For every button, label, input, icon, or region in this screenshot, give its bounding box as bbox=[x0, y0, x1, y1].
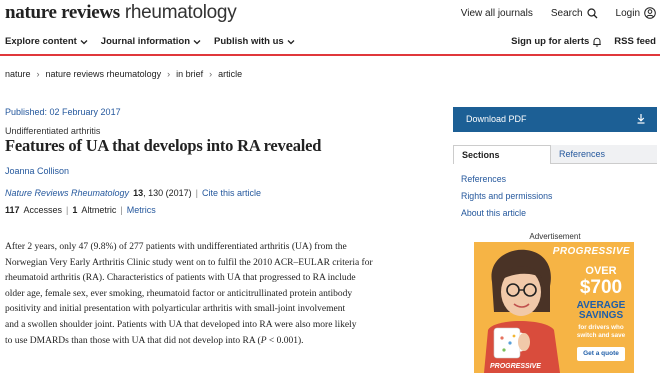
sign-up-alerts-label: Sign up for alerts bbox=[511, 36, 590, 47]
ad-get-quote-button[interactable]: Get a quote bbox=[577, 347, 625, 361]
ad-subtitle: for drivers who switch and save bbox=[568, 324, 634, 339]
download-pdf-button[interactable]: Download PDF bbox=[453, 107, 657, 132]
pages: , 130 (2017) bbox=[143, 188, 192, 198]
ad-bottom-brand: PROGRESSIVE bbox=[490, 363, 541, 370]
login-button[interactable]: Login bbox=[616, 7, 656, 19]
ad-amount: $700 bbox=[579, 277, 623, 298]
ad-over: OVER bbox=[585, 265, 617, 277]
ad-savings: SAVINGS bbox=[578, 310, 624, 321]
chevron-down-icon bbox=[193, 39, 201, 44]
body-line: positivity and initial presentation with… bbox=[5, 304, 346, 315]
tab-references[interactable]: References bbox=[551, 145, 657, 164]
nav-publish-with-us[interactable]: Publish with us bbox=[214, 36, 295, 47]
published-date: Published: 02 February 2017 bbox=[5, 107, 121, 117]
breadcrumb-nature[interactable]: nature bbox=[5, 69, 31, 79]
nav-actions: Sign up for alerts RSS feed bbox=[511, 36, 656, 47]
main-nav: Explore content Journal information Publ… bbox=[0, 28, 660, 56]
nav-publish-label: Publish with us bbox=[214, 36, 284, 47]
nav-explore-label: Explore content bbox=[5, 36, 77, 47]
chevron-right-icon: › bbox=[167, 69, 171, 79]
sidebar-tabs: Sections References bbox=[453, 145, 657, 164]
metrics-link[interactable]: Metrics bbox=[127, 205, 156, 215]
breadcrumb: nature › nature reviews rheumatology › i… bbox=[5, 69, 242, 79]
nav-journal-label: Journal information bbox=[100, 36, 190, 47]
divider: | bbox=[120, 205, 123, 215]
top-bar: nature reviews rheumatology View all jou… bbox=[0, 0, 660, 28]
cite-this-article-link[interactable]: Cite this article bbox=[202, 188, 261, 198]
breadcrumb-article: article bbox=[218, 69, 243, 79]
tab-sections[interactable]: Sections bbox=[453, 145, 551, 164]
article-title: Features of UA that develops into RA rev… bbox=[5, 136, 322, 155]
breadcrumb-journal[interactable]: nature reviews rheumatology bbox=[46, 69, 162, 79]
body-line: and a swollen shoulder joint. Patients w… bbox=[5, 319, 357, 330]
chevron-down-icon bbox=[287, 39, 295, 44]
body-text: to use DMARDs than those with UA that di… bbox=[5, 335, 261, 346]
download-pdf-label: Download PDF bbox=[466, 114, 527, 124]
body-line: After 2 years, only 47 (9.8%) of 277 pat… bbox=[5, 242, 347, 252]
body-text: < 0.001). bbox=[266, 335, 304, 346]
breadcrumb-in-brief[interactable]: in brief bbox=[176, 69, 203, 79]
nav-explore-content[interactable]: Explore content bbox=[5, 36, 88, 47]
section-link-about[interactable]: About this article bbox=[461, 205, 552, 222]
citation-line: Nature Reviews Rheumatology 13, 130 (201… bbox=[5, 188, 261, 198]
body-line: rheumatoid arthritis (RA). Characteristi… bbox=[5, 273, 356, 284]
divider: | bbox=[195, 188, 198, 198]
ad-illustration-woman bbox=[474, 242, 570, 373]
journal-logo[interactable]: nature reviews rheumatology bbox=[5, 2, 237, 24]
ad-sub2: switch and save bbox=[576, 331, 626, 339]
volume: 13 bbox=[133, 188, 144, 198]
sign-up-alerts-button[interactable]: Sign up for alerts bbox=[511, 36, 602, 47]
rss-feed-link[interactable]: RSS feed bbox=[614, 36, 656, 47]
search-button[interactable]: Search bbox=[551, 8, 598, 19]
ad-average-savings: AVERAGE SAVINGS bbox=[568, 301, 634, 321]
top-links: View all journals Search Login bbox=[461, 7, 656, 19]
altmetric-label: Altmetric bbox=[81, 205, 117, 215]
accesses-label: Accesses bbox=[23, 205, 63, 215]
accesses-count: 117 bbox=[5, 205, 20, 215]
nav-journal-information[interactable]: Journal information bbox=[101, 36, 201, 47]
chevron-down-icon bbox=[80, 39, 88, 44]
altmetric-count: 1 bbox=[72, 205, 78, 215]
user-icon bbox=[644, 7, 656, 19]
divider: | bbox=[66, 205, 69, 215]
body-line: Norwegian Very Early Arthritis Clinic st… bbox=[5, 257, 373, 268]
section-link-rights[interactable]: Rights and permissions bbox=[461, 188, 552, 205]
bell-icon bbox=[593, 37, 602, 47]
download-icon bbox=[637, 114, 645, 124]
view-all-journals-link[interactable]: View all journals bbox=[461, 8, 533, 19]
article-body: After 2 years, only 47 (9.8%) of 277 pat… bbox=[5, 240, 397, 349]
login-label: Login bbox=[615, 7, 640, 19]
search-label: Search bbox=[550, 7, 583, 19]
ad-brand: PROGRESSIVE bbox=[552, 246, 630, 257]
chevron-right-icon: › bbox=[36, 69, 40, 79]
body-line: older age, female sex, ever smoking, rhe… bbox=[5, 288, 353, 299]
body-line: to use DMARDs than those with UA that di… bbox=[5, 334, 397, 350]
section-link-references[interactable]: References bbox=[461, 171, 552, 188]
nav-menu: Explore content Journal information Publ… bbox=[5, 36, 295, 47]
section-links: References Rights and permissions About … bbox=[461, 171, 552, 222]
journal-name-link[interactable]: Nature Reviews Rheumatology bbox=[5, 188, 129, 198]
article-category: Undifferentiated arthritis bbox=[5, 126, 101, 136]
ad-sub1: for drivers who bbox=[578, 324, 624, 331]
author-link[interactable]: Joanna Collison bbox=[5, 166, 69, 176]
advertisement-label: Advertisement bbox=[529, 232, 581, 241]
article-metrics: 117 Accesses | 1 Altmetric | Metrics bbox=[5, 205, 156, 215]
search-icon bbox=[586, 7, 597, 18]
advertisement-banner[interactable]: PROGRESSIVE OVER $700 AVERAGE SAVINGS for… bbox=[474, 242, 634, 373]
chevron-right-icon: › bbox=[209, 69, 213, 79]
